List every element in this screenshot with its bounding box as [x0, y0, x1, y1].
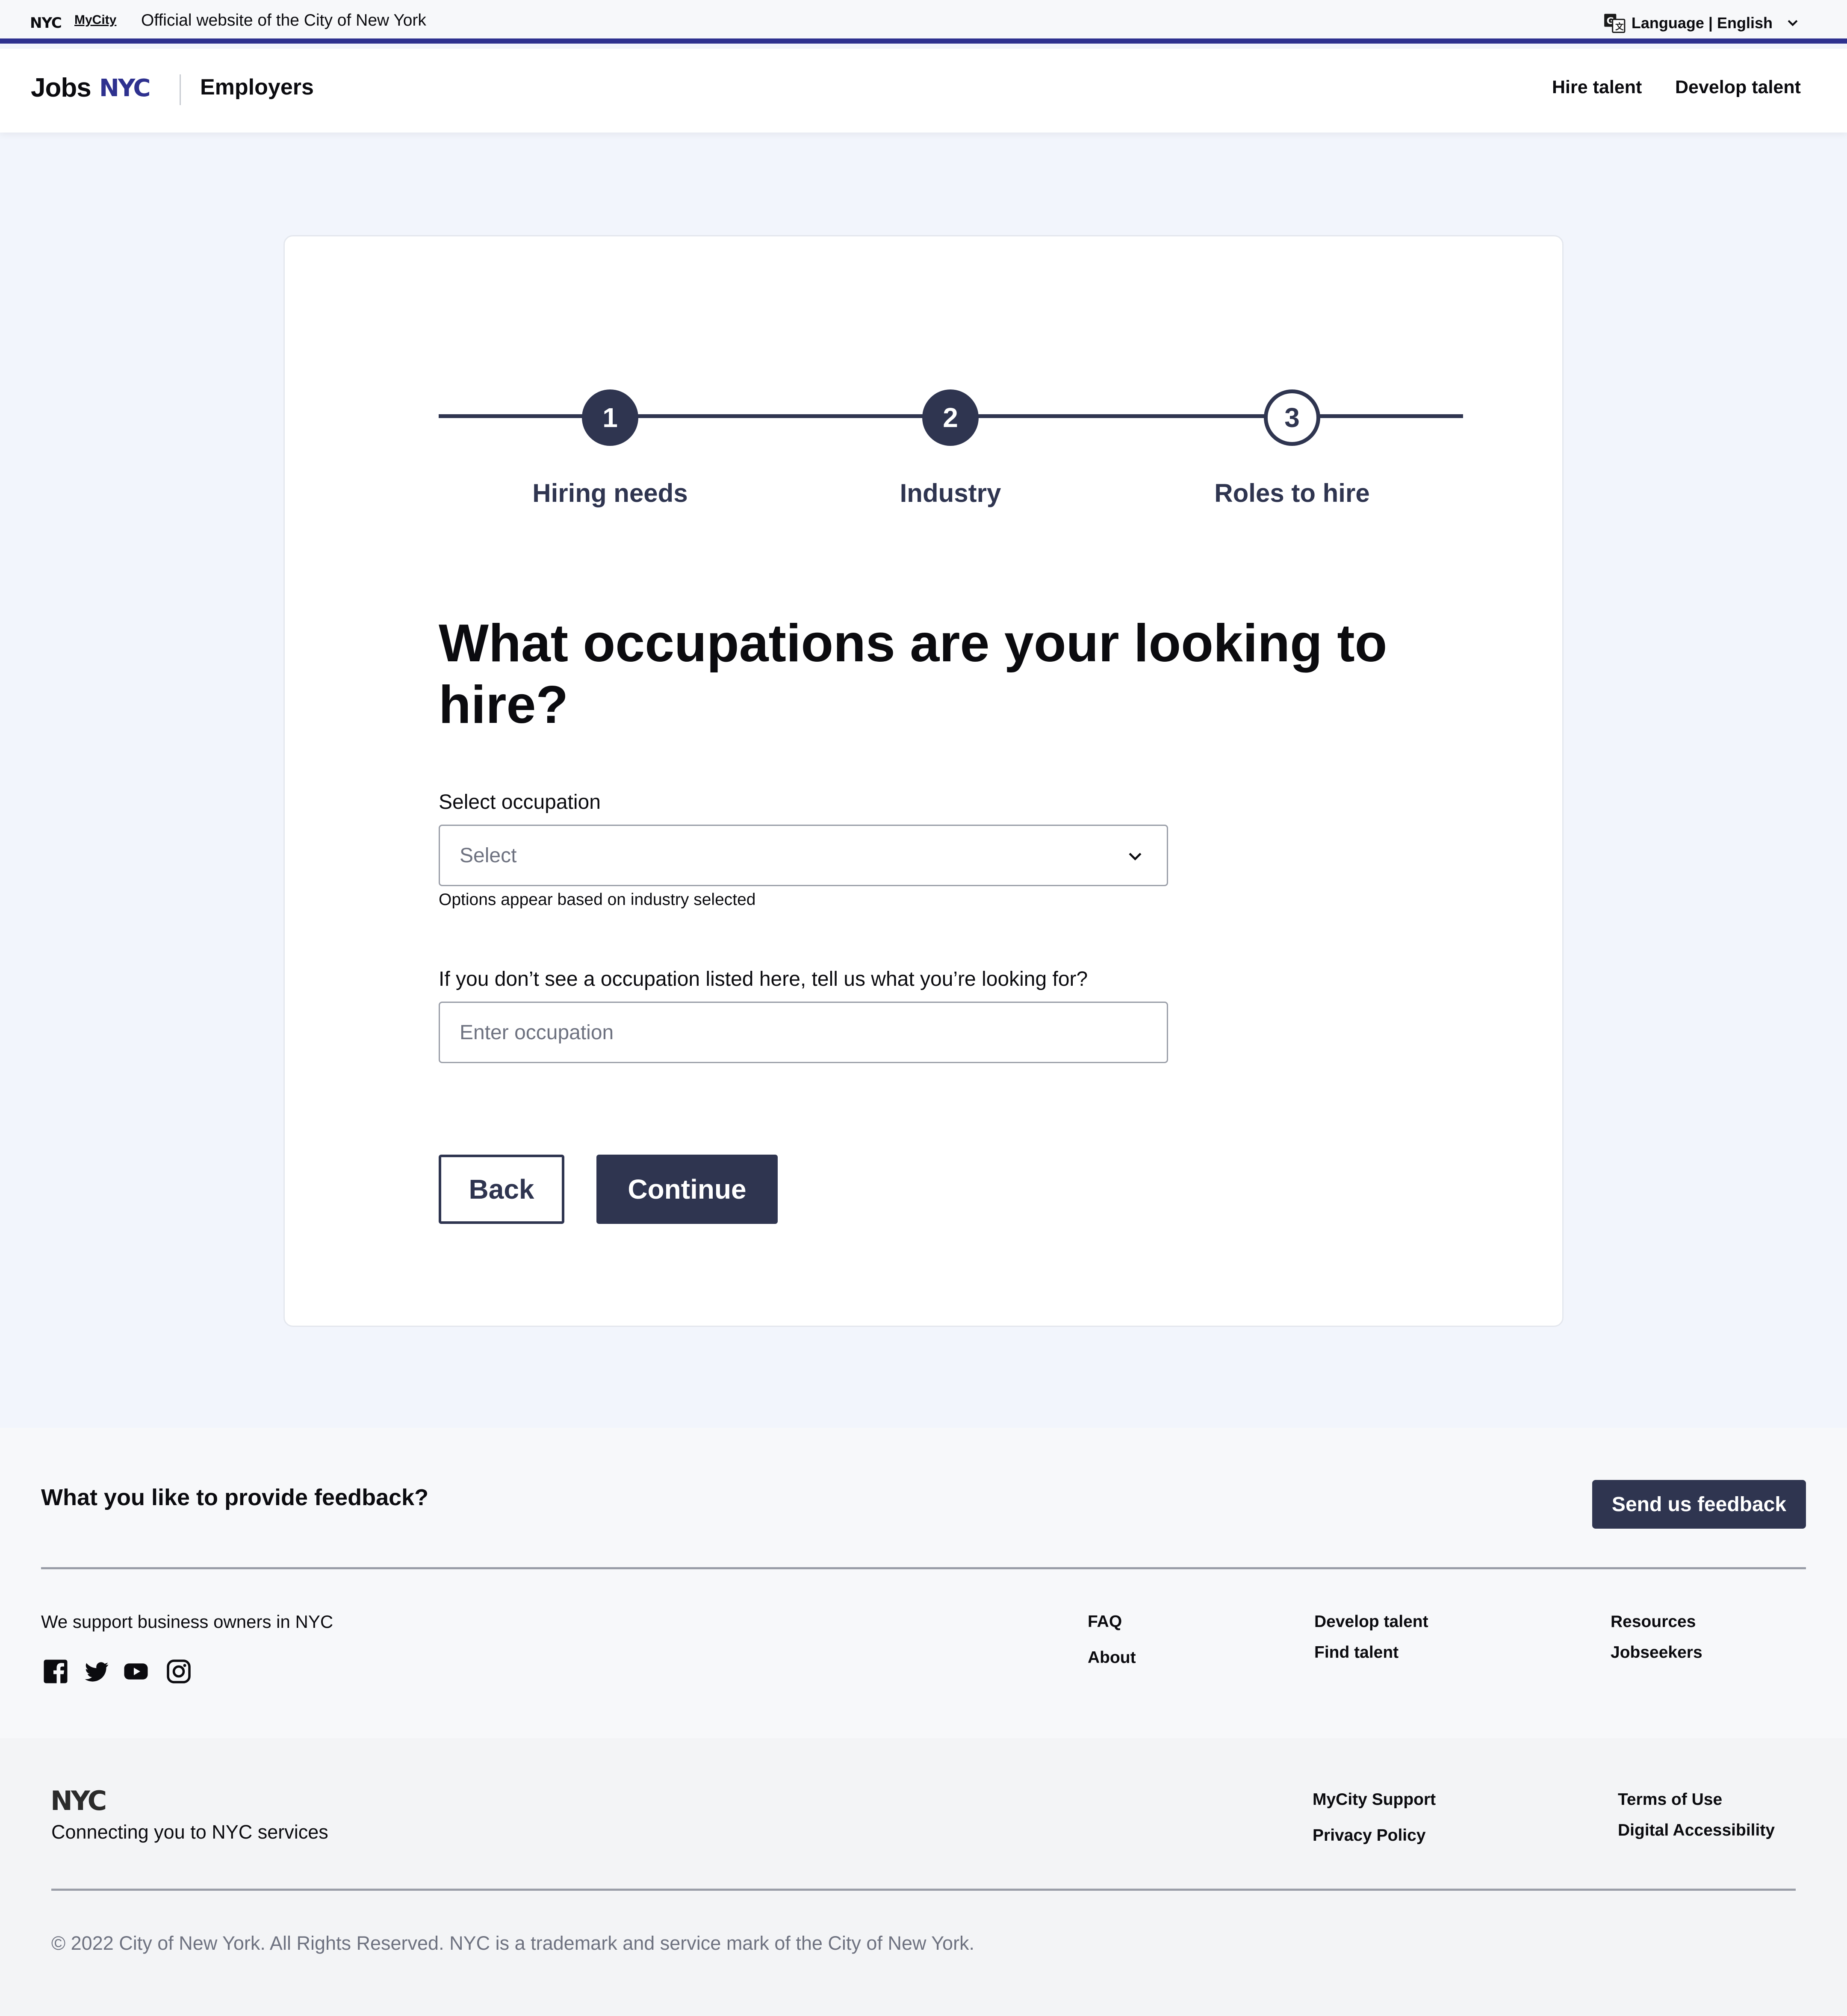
feedback-question: What you like to provide feedback? — [41, 1485, 429, 1510]
select-occupation-label: Select occupation — [439, 791, 601, 813]
continue-button[interactable]: Continue — [596, 1155, 778, 1224]
translate-icon: G 文 — [1604, 14, 1626, 33]
site-footer: What you like to provide feedback? Send … — [0, 1428, 1847, 1738]
footer-link-find-talent[interactable]: Find talent — [1314, 1643, 1399, 1662]
city-footer: NYC Connecting you to NYC services MyCit… — [0, 1738, 1847, 2016]
language-selector[interactable]: G 文 Language | English — [1603, 12, 1800, 34]
youtube-icon[interactable] — [123, 1659, 149, 1684]
step-indicator-2: 2 — [922, 389, 979, 446]
step-indicator-1: 1 — [582, 389, 638, 446]
footer-link-resources[interactable]: Resources — [1611, 1612, 1696, 1631]
language-label: Language | English — [1631, 14, 1773, 32]
footer-divider — [51, 1889, 1796, 1891]
step-label-roles-to-hire: Roles to hire — [1214, 479, 1370, 507]
page-title: What occupations are your looking to hir… — [439, 614, 1387, 734]
footer-divider — [41, 1567, 1806, 1569]
footer-link-terms-of-use[interactable]: Terms of Use — [1618, 1790, 1722, 1809]
mycity-link[interactable]: MyCity — [74, 13, 116, 27]
footer-link-mycity-support[interactable]: MyCity Support — [1313, 1790, 1436, 1809]
official-banner: NYC MyCity Official website of the City … — [0, 0, 1847, 44]
official-website-text: Official website of the City of New York — [141, 11, 426, 29]
facebook-icon[interactable] — [43, 1659, 68, 1684]
twitter-icon[interactable] — [84, 1659, 109, 1684]
nyc-logo: NYC — [30, 15, 62, 32]
footer-link-jobseekers[interactable]: Jobseekers — [1611, 1643, 1702, 1662]
chevron-down-icon — [1129, 852, 1142, 861]
footer-link-develop-talent[interactable]: Develop talent — [1314, 1612, 1428, 1631]
occupation-input[interactable] — [439, 1002, 1168, 1063]
back-button[interactable]: Back — [439, 1155, 564, 1224]
chevron-down-icon — [1788, 20, 1798, 27]
jobs-logo-text[interactable]: Jobs — [31, 73, 91, 103]
select-placeholder: Select — [460, 844, 517, 867]
svg-text:文: 文 — [1615, 22, 1624, 32]
step-label-industry: Industry — [900, 479, 1001, 507]
step-label-hiring-needs: Hiring needs — [532, 479, 688, 507]
copyright-text: © 2022 City of New York. All Rights Rese… — [51, 1932, 975, 1954]
section-title: Employers — [200, 75, 314, 100]
form-card: 1 2 3 Hiring needs Industry Roles to hir… — [283, 235, 1564, 1327]
other-occupation-label: If you don’t see a occupation listed her… — [439, 968, 1088, 990]
header-divider — [180, 74, 181, 105]
nav-hire-talent[interactable]: Hire talent — [1552, 77, 1642, 98]
connecting-text: Connecting you to NYC services — [51, 1821, 328, 1843]
footer-link-privacy-policy[interactable]: Privacy Policy — [1313, 1826, 1426, 1845]
footer-link-about[interactable]: About — [1088, 1648, 1136, 1667]
send-feedback-button[interactable]: Send us feedback — [1592, 1480, 1806, 1529]
instagram-icon[interactable] — [166, 1659, 192, 1684]
site-header: Jobs NYC Employers Hire talent Develop t… — [0, 49, 1847, 133]
nav-develop-talent[interactable]: Develop talent — [1675, 77, 1801, 98]
footer-link-digital-accessibility[interactable]: Digital Accessibility — [1618, 1821, 1775, 1840]
occupation-select[interactable]: Select — [439, 825, 1168, 886]
nyc-logo[interactable]: NYC — [99, 74, 151, 102]
step-indicator-3: 3 — [1264, 389, 1320, 446]
select-helper-text: Options appear based on industry selecte… — [439, 890, 756, 909]
support-text: We support business owners in NYC — [41, 1612, 333, 1632]
footer-link-faq[interactable]: FAQ — [1088, 1612, 1122, 1631]
nyc-logo[interactable]: NYC — [50, 1785, 107, 1816]
